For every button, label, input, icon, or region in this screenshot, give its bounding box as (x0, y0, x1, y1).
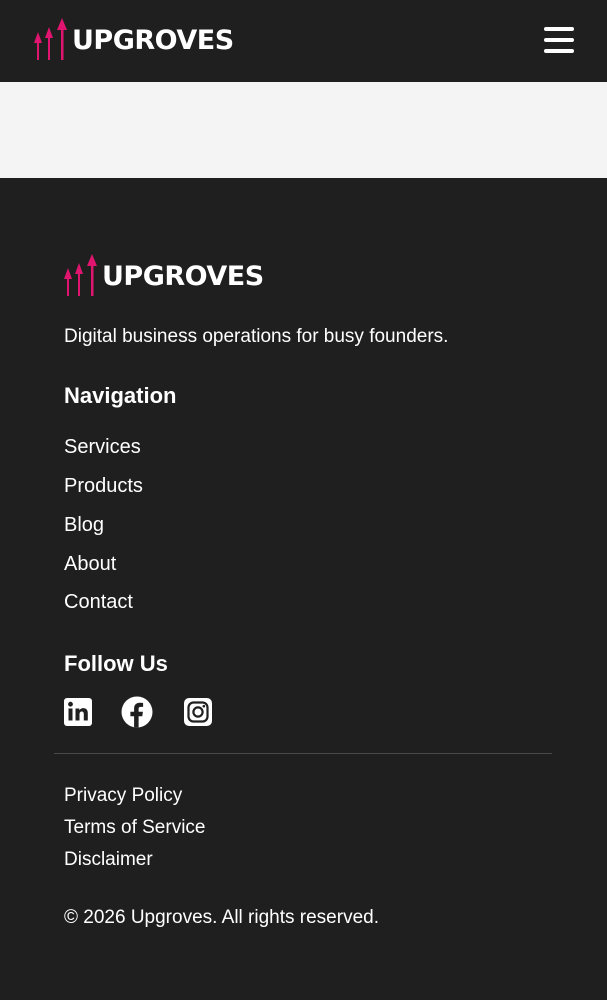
header-logo[interactable]: UPGROVES (34, 18, 234, 62)
nav-link-about[interactable]: About (64, 553, 116, 576)
privacy-policy-link[interactable]: Privacy Policy (64, 785, 182, 807)
nav-link-products[interactable]: Products (64, 475, 143, 498)
copyright-text: © 2026 Upgroves. All rights reserved. (64, 907, 379, 928)
nav-link-services[interactable]: Services (64, 436, 141, 459)
site-footer: UPGROVES Digital business operations for… (0, 178, 607, 1000)
content-band (0, 82, 607, 178)
linkedin-icon[interactable] (62, 696, 94, 728)
upward-arrows-icon (34, 18, 67, 60)
site-header: UPGROVES (0, 0, 607, 82)
follow-us-heading: Follow Us (64, 651, 168, 676)
instagram-icon[interactable] (182, 696, 214, 728)
terms-of-service-link[interactable]: Terms of Service (64, 817, 205, 839)
hamburger-menu-icon[interactable] (544, 27, 574, 53)
nav-link-blog[interactable]: Blog (64, 514, 104, 537)
footer-tagline: Digital business operations for busy fou… (64, 326, 449, 347)
footer-logo-text: UPGROVES (102, 260, 264, 292)
nav-link-contact[interactable]: Contact (64, 591, 133, 614)
footer-logo[interactable]: UPGROVES (64, 254, 264, 298)
upward-arrows-icon (64, 254, 97, 296)
header-logo-text: UPGROVES (72, 24, 234, 56)
footer-divider (54, 753, 552, 754)
facebook-icon[interactable] (121, 696, 153, 728)
navigation-heading: Navigation (64, 383, 177, 408)
disclaimer-link[interactable]: Disclaimer (64, 849, 153, 871)
